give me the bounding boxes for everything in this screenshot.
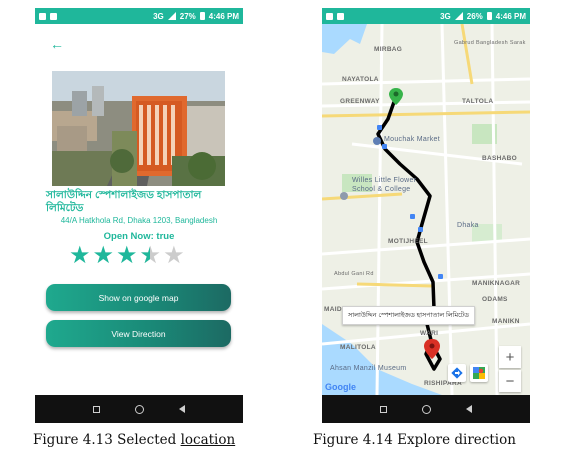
map-label: MALITOLA: [340, 344, 376, 351]
map-label: BASHABO: [482, 155, 517, 162]
map-label: Gabrud Bangladesh Sarak: [454, 40, 526, 46]
whatsapp-icon: [326, 12, 333, 20]
star-icon: ★: [69, 242, 91, 269]
map-label: Willes Little Flower School & College: [352, 177, 417, 193]
map-label: Mouchak Market: [384, 136, 440, 143]
network-label: 3G: [153, 11, 164, 21]
zoom-in-button[interactable]: +: [499, 346, 521, 368]
map-label: MOTIJHEEL: [388, 238, 428, 245]
open-now-status: Open Now: true: [103, 231, 175, 242]
rating-stars: ★ ★ ★ ★★ ★: [69, 244, 185, 268]
status-bar: 3G 26% 4:46 PM: [322, 8, 530, 24]
battery-icon: [199, 12, 205, 20]
signal-icon: [454, 12, 463, 20]
battery-percent: 26%: [466, 11, 483, 21]
android-nav-bar: [35, 395, 243, 423]
network-label: 3G: [440, 11, 451, 21]
phone-selected-location: 3G 27% 4:46 PM ← সালাউদ্দিন স্পেশালাইজড …: [35, 8, 243, 423]
map-view[interactable]: MIRBAG Gabrud Bangladesh Sarak NAYATOLA …: [322, 24, 530, 395]
google-logo-text: Google: [325, 382, 356, 392]
star-icon: ★: [116, 242, 138, 269]
google-logo: Google: [325, 382, 356, 392]
destination-info-window[interactable]: সালাউদ্দিন স্পেশালাইজড হাসপাতাল লিমিটেড: [342, 306, 476, 325]
android-nav-bar: [322, 395, 530, 423]
image-icon: [337, 12, 344, 20]
back-icon[interactable]: [179, 405, 186, 413]
phone-explore-direction: 3G 26% 4:46 PM MIRBAG Gabrud Bangladesh …: [322, 8, 530, 423]
star-icon: ★: [92, 242, 115, 269]
half-star-icon: ★★: [139, 242, 162, 269]
battery-percent: 27%: [179, 11, 196, 21]
place-photo: [52, 71, 225, 186]
view-direction-button[interactable]: View Direction: [46, 320, 231, 347]
back-icon[interactable]: [466, 405, 473, 413]
google-maps-icon[interactable]: [470, 364, 488, 382]
figure-caption-right: Figure 4.14 Explore direction: [313, 432, 516, 448]
signal-icon: [167, 12, 176, 20]
caption-left-main: Figure 4.13 Selected: [33, 432, 181, 448]
place-address: 44/A Hatkhola Rd, Dhaka 1203, Bangladesh: [60, 216, 218, 225]
zoom-out-button[interactable]: −: [499, 370, 521, 392]
figure-caption-left: Figure 4.13 Selected location: [33, 432, 235, 448]
clock: 4:46 PM: [495, 11, 526, 21]
home-icon[interactable]: [421, 404, 431, 414]
map-label: MANIKNAGAR: [472, 280, 521, 287]
map-label: Ahsan Manzil Museum: [330, 365, 407, 372]
whatsapp-icon: [39, 12, 46, 20]
map-label: NAYATOLA: [342, 76, 379, 83]
back-arrow-icon[interactable]: ←: [50, 36, 64, 52]
clock: 4:46 PM: [208, 11, 239, 21]
directions-icon[interactable]: [448, 364, 466, 382]
recents-icon[interactable]: [379, 405, 387, 413]
home-icon[interactable]: [134, 404, 144, 414]
show-on-google-map-button[interactable]: Show on google map: [46, 284, 231, 311]
map-label: TALTOLA: [462, 98, 494, 105]
recents-icon[interactable]: [92, 405, 100, 413]
map-label: Abdul Gani Rd: [334, 271, 374, 277]
place-name: সালাউদ্দিন স্পেশালাইজড হাসপাতাল লিমিটেড: [46, 189, 202, 214]
caption-left-underlined: location: [180, 432, 236, 448]
image-icon: [50, 12, 57, 20]
map-label: Dhaka: [457, 222, 479, 229]
map-label: WARI: [420, 330, 439, 337]
map-label: GREENWAY: [340, 98, 380, 105]
empty-star-icon: ★: [163, 242, 185, 269]
battery-icon: [486, 12, 492, 20]
map-label: ODAMS: [482, 296, 508, 303]
map-label: MIRBAG: [374, 46, 403, 53]
map-label: MANIKN: [492, 318, 520, 325]
status-bar: 3G 27% 4:46 PM: [35, 8, 243, 24]
